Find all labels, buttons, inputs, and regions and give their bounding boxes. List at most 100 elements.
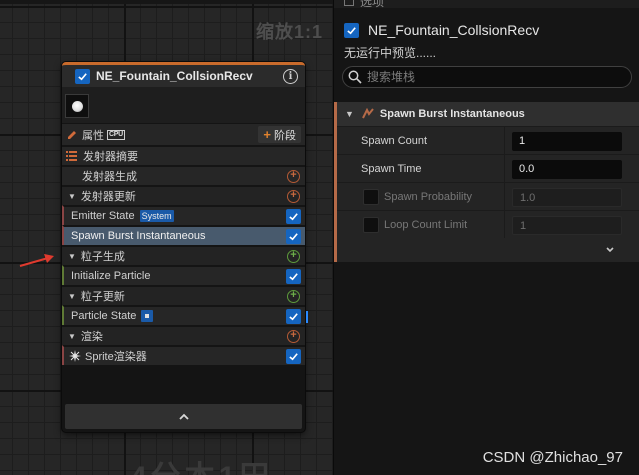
- details-tab[interactable]: 选项: [334, 0, 639, 9]
- search-input[interactable]: [367, 70, 607, 84]
- override-checkbox[interactable]: [363, 217, 379, 233]
- sparkle-icon: [69, 350, 81, 362]
- chevron-up-icon: [178, 413, 189, 420]
- node-header[interactable]: NE_Fountain_CollsionRecv i: [62, 62, 305, 87]
- module-icon: [362, 108, 374, 119]
- emitter-state-module[interactable]: Emitter State System: [62, 205, 305, 225]
- node-enable-checkbox[interactable]: [75, 68, 90, 84]
- row-label: 渲染: [80, 331, 103, 343]
- chevron-down-icon[interactable]: [605, 246, 615, 254]
- add-module-icon[interactable]: +: [287, 170, 300, 183]
- collapse-triangle-icon[interactable]: ▼: [68, 292, 76, 301]
- particle-badge-icon: [141, 310, 154, 322]
- collapse-triangle-icon[interactable]: ▼: [68, 252, 76, 261]
- emitter-summary-row[interactable]: 发射器摘要: [62, 145, 305, 165]
- render-stage[interactable]: ▼ 渲染 +: [62, 325, 305, 345]
- section-header[interactable]: ▼ Spawn Burst Instantaneous: [337, 102, 639, 126]
- row-label: Emitter State: [71, 210, 135, 222]
- node-title: NE_Fountain_CollsionRecv: [96, 69, 253, 83]
- spawn-burst-module[interactable]: Spawn Burst Instantaneous: [62, 225, 305, 245]
- collapse-triangle-icon[interactable]: ▼: [68, 192, 76, 201]
- particle-state-module[interactable]: Particle State: [62, 305, 308, 325]
- check-icon: [289, 353, 298, 361]
- check-icon: [289, 233, 298, 241]
- module-enable-checkbox[interactable]: [286, 229, 301, 244]
- add-stage-button[interactable]: + 阶段: [258, 126, 301, 143]
- search-box[interactable]: [342, 66, 632, 88]
- property-row: Spawn Time 0.0: [337, 154, 639, 182]
- details-panel: 选项 NE_Fountain_CollsionRecv 无运行中预览......…: [333, 0, 639, 475]
- red-arrow-icon: [19, 254, 54, 267]
- cpu-badge: CPU: [107, 129, 125, 140]
- property-name: Spawn Probability: [384, 190, 473, 203]
- row-label: 发射器摘要: [83, 151, 138, 163]
- initialize-particle-module[interactable]: Initialize Particle: [62, 265, 305, 285]
- pencil-icon: [68, 130, 76, 139]
- check-icon: [289, 273, 298, 281]
- module-enable-checkbox[interactable]: [286, 349, 301, 364]
- add-module-icon[interactable]: +: [287, 330, 300, 343]
- module-enable-checkbox[interactable]: [286, 209, 301, 224]
- graph-canvas[interactable]: 缩放1:1 4分本1田 NE_Fountain_CollsionRecv i 属…: [0, 0, 333, 475]
- sprite-renderer-module[interactable]: Sprite渲染器: [62, 345, 305, 365]
- property-name: Spawn Time: [361, 162, 422, 175]
- thumbnail-area: [62, 87, 305, 123]
- row-label: 粒子更新: [80, 291, 125, 303]
- emitter-thumbnail[interactable]: [65, 94, 89, 118]
- system-badge: System: [139, 210, 174, 222]
- collapse-triangle-icon[interactable]: ▼: [68, 332, 76, 341]
- emitter-node[interactable]: NE_Fountain_CollsionRecv i 属性 CPU + 阶段 发…: [62, 62, 308, 432]
- property-row: Loop Count Limit 1: [337, 210, 639, 238]
- properties-label: 属性: [82, 129, 104, 142]
- add-module-icon[interactable]: +: [287, 190, 300, 203]
- details-tab-title: 选项: [360, 0, 385, 9]
- row-label: Sprite渲染器: [85, 351, 147, 363]
- override-checkbox[interactable]: [363, 189, 379, 205]
- emitter-update-stage[interactable]: ▼ 发射器更新 +: [62, 185, 305, 205]
- property-row: Spawn Probability 1.0: [337, 182, 639, 210]
- check-icon: [289, 213, 298, 221]
- spawn-count-input[interactable]: 1: [512, 132, 622, 151]
- column-divider[interactable]: [504, 211, 505, 238]
- module-enable-checkbox[interactable]: [286, 269, 301, 284]
- row-label: Spawn Burst Instantaneous: [71, 230, 206, 242]
- particle-update-stage[interactable]: ▼ 粒子更新 +: [62, 285, 305, 305]
- loop-count-limit-input[interactable]: 1: [512, 216, 622, 235]
- check-icon: [347, 26, 356, 34]
- column-divider[interactable]: [504, 127, 505, 154]
- module-enable-checkbox[interactable]: [286, 309, 301, 324]
- row-label: 发射器更新: [80, 191, 136, 203]
- graph-bottom-watermark: 4分本1田: [130, 452, 273, 475]
- object-name: NE_Fountain_CollsionRecv: [368, 22, 540, 38]
- spawn-burst-section: ▼ Spawn Burst Instantaneous Spawn Count …: [334, 102, 639, 262]
- add-module-icon[interactable]: +: [287, 250, 300, 263]
- particle-spawn-stage[interactable]: ▼ 粒子生成 +: [62, 245, 305, 265]
- row-label: 发射器生成: [82, 171, 137, 183]
- details-tab-icon: [344, 0, 354, 6]
- emitter-spawn-row[interactable]: 发射器生成 +: [62, 165, 305, 185]
- properties-row[interactable]: 属性 CPU + 阶段: [62, 123, 305, 145]
- section-title: Spawn Burst Instantaneous: [379, 108, 525, 120]
- collapse-node-button[interactable]: [65, 404, 302, 429]
- row-label: 粒子生成: [80, 251, 125, 263]
- output-pin[interactable]: [306, 311, 308, 323]
- spawn-probability-input[interactable]: 1.0: [512, 188, 622, 207]
- object-enable-checkbox[interactable]: [344, 22, 359, 38]
- collapse-triangle-icon[interactable]: ▼: [345, 109, 354, 119]
- search-icon: [348, 70, 362, 84]
- check-icon: [78, 72, 87, 80]
- property-name: Spawn Count: [361, 134, 428, 147]
- csdn-watermark: CSDN @Zhichao_97: [482, 449, 623, 466]
- check-icon: [289, 313, 298, 321]
- property-name: Loop Count Limit: [384, 218, 468, 231]
- list-icon: [66, 151, 77, 161]
- preview-note: 无运行中预览......: [344, 46, 437, 60]
- row-label: Initialize Particle: [71, 270, 151, 282]
- column-divider[interactable]: [504, 155, 505, 182]
- zoom-label: 缩放1:1: [255, 22, 323, 42]
- column-divider[interactable]: [504, 183, 505, 210]
- info-icon[interactable]: i: [283, 69, 298, 84]
- property-row: Spawn Count 1: [337, 126, 639, 154]
- add-module-icon[interactable]: +: [287, 290, 300, 303]
- spawn-time-input[interactable]: 0.0: [512, 160, 622, 179]
